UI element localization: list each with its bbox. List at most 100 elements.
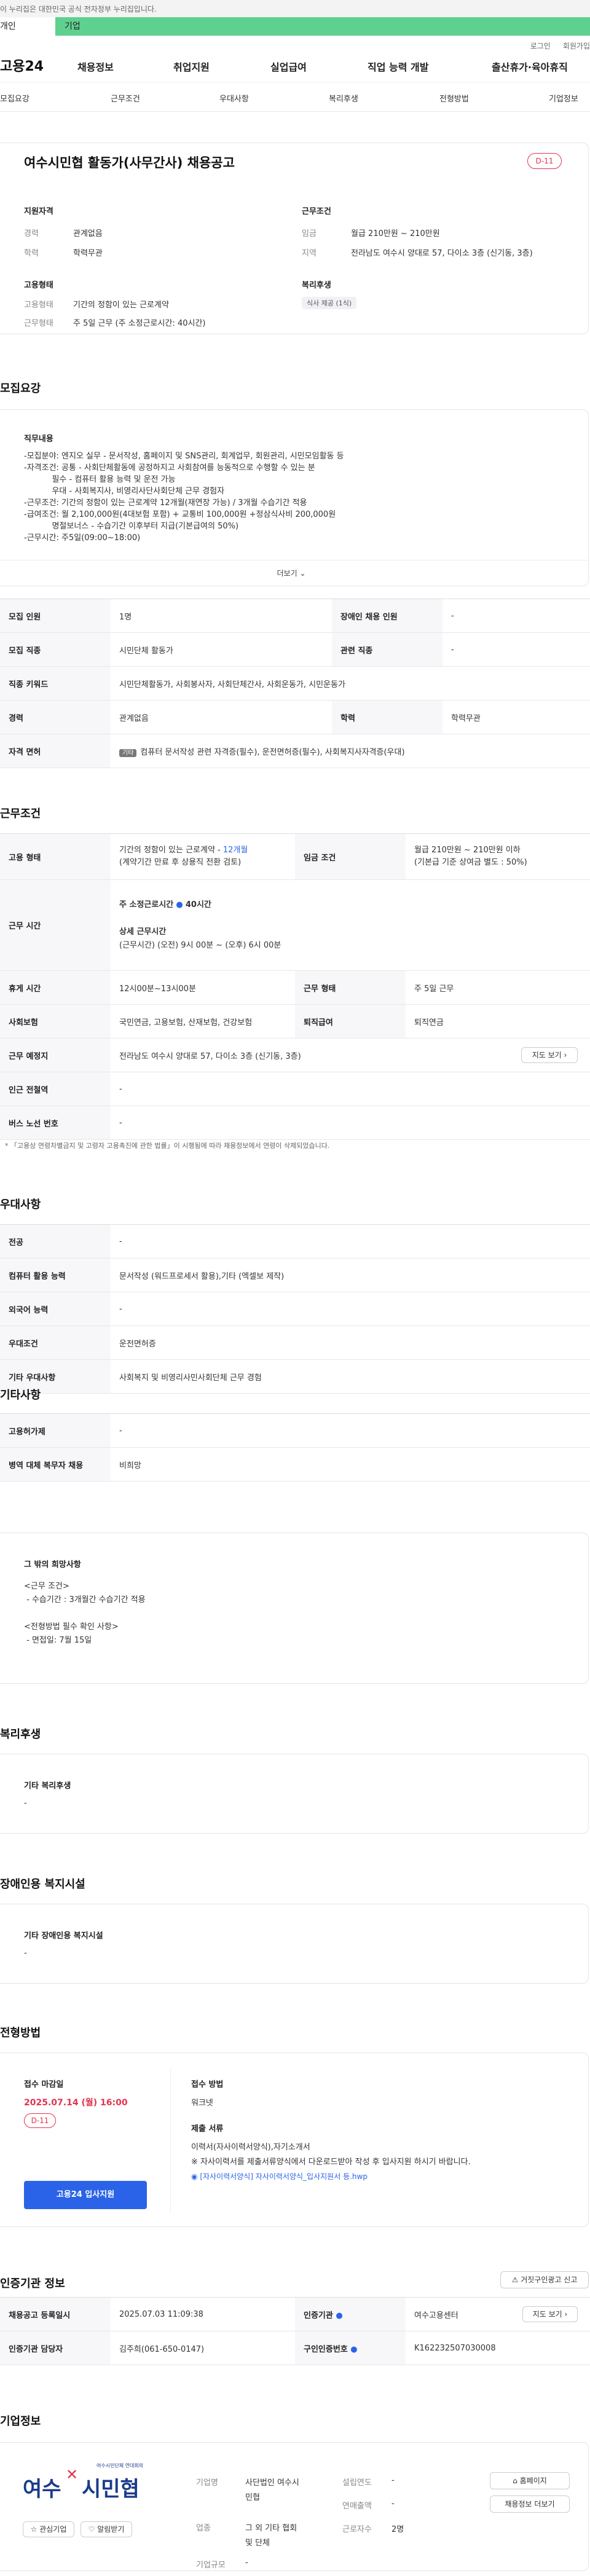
subnav-welfare[interactable]: 복리후생 — [329, 92, 358, 104]
util-menu: 로그인 회원가입 — [0, 36, 590, 52]
home-icon: ⌂ — [513, 2476, 517, 2485]
table-row: 기타 우대사항 사회복지 및 비영리사민사회단체 근무 경험 — [0, 1359, 590, 1394]
file-link[interactable]: ◉ [자사이력서양식] 자사이력서양식_입사지원서 등.hwp — [191, 2171, 368, 2181]
nav-leave[interactable]: 출산휴가·육아휴직 — [492, 59, 568, 74]
row-value: 비희망 — [111, 1447, 590, 1482]
industry-line2: 및 단체 — [245, 2539, 270, 2548]
deadline-value: 2025.07.14 (월) 16:00 — [24, 2098, 128, 2108]
emp-period: 12개월 — [222, 846, 248, 855]
homepage-button[interactable]: ⌂ 홈페이지 — [490, 2472, 570, 2489]
logo-text-b: 시민협 — [82, 2477, 140, 2502]
table-row: 자격 면허 기타 컴퓨터 문서작성 관련 자격증(필수), 운전면허증(필수), 사… — [0, 734, 590, 768]
map-button[interactable]: 지도 보기 › — [521, 1047, 578, 1063]
row-value: 여수고용센터 지도 보기 › — [406, 2297, 590, 2331]
employees-key: 근로자수 — [342, 2525, 372, 2534]
row-value: 시민단체 활동가 — [111, 632, 332, 667]
career-key: 경력 — [24, 229, 39, 238]
interest-label: 관심기업 — [39, 2525, 67, 2534]
subnav-recruit[interactable]: 모집요강 — [0, 92, 30, 104]
more-jobs-button[interactable]: 채용정보 더보기 — [490, 2496, 570, 2513]
qual-heading: 지원자격 — [24, 207, 53, 216]
tab-personal[interactable]: 개인 — [0, 17, 55, 36]
nav-benefit[interactable]: 실업급여 — [270, 59, 307, 74]
row-value: 1명 — [111, 599, 332, 633]
map-button-label: 지도 보기 — [532, 1051, 562, 1059]
row-value: 학력무관 — [442, 700, 590, 734]
alarm-button[interactable]: ♡ 알림받기 — [81, 2521, 132, 2537]
row-value: 국민연금, 고용보험, 산재보험, 건강보험 — [111, 1004, 295, 1039]
emp-value: 기간의 정함이 있는 근로계약 — [73, 300, 169, 310]
row-key: 외국어 능력 — [0, 1292, 111, 1326]
etc-box-text: <근무 조건> - 수습기간 : 3개월간 수습기간 적용 <전형방법 필수 확… — [24, 1582, 146, 1645]
row-key: 전공 — [0, 1224, 111, 1259]
emp-heading: 고용형태 — [24, 281, 53, 290]
location-value: 전라남도 여수시 양대로 57, 다이소 3층 (신기동, 3층) — [119, 1051, 301, 1061]
nav-support[interactable]: 취업지원 — [173, 59, 210, 74]
subnav-company[interactable]: 기업정보 — [549, 92, 578, 104]
job-title: 여수시민협 활동가(사무간사) 채용공고 — [24, 155, 235, 170]
nav-training[interactable]: 직업 능력 개발 — [368, 59, 428, 74]
cond-table: 고용 형태 기간의 정함이 있는 근로계약 - 12개월 (계약기간 만료 후 상… — [0, 833, 590, 1140]
file-name[interactable]: [자사이력서양식] 자사이력서양식_입사지원서 등.hwp — [200, 2172, 368, 2181]
row-key: 버스 노선 번호 — [0, 1105, 111, 1140]
info-icon[interactable]: ● — [336, 2311, 342, 2320]
login-link[interactable]: 로그인 — [530, 42, 551, 50]
deadline-heading: 접수 마감일 — [24, 2080, 64, 2089]
employees-value: 2명 — [391, 2525, 404, 2534]
table-row: 사회보험 국민연금, 고용보험, 산재보험, 건강보험 퇴직급여 퇴직연금 — [0, 1004, 590, 1039]
row-key: 모집 인원 — [0, 599, 111, 633]
emp-value: 기간의 정함이 있는 근로계약 - — [119, 846, 223, 855]
row-key: 관련 직종 — [332, 632, 442, 667]
table-row: 병역 대체 복무자 채용 비희망 — [0, 1447, 590, 1482]
disab-box: 기타 장애인용 복지시설 - — [0, 1904, 589, 1984]
subnav-preference[interactable]: 우대사항 — [219, 92, 249, 104]
agency-value: 여수고용센터 — [414, 2311, 458, 2320]
etc-table: 고용허가제 - 병역 대체 복무자 채용 비희망 — [0, 1413, 590, 1482]
edu-value: 학력무관 — [73, 249, 103, 258]
welfare-box-value: - — [24, 1799, 27, 1808]
company-logo: 여수 ✕ 시민협 여수시민단체 연대회의 — [23, 2461, 146, 2510]
subnav-process[interactable]: 전형방법 — [439, 92, 469, 104]
info-icon[interactable]: ● — [350, 2345, 357, 2354]
row-value: 퇴직연금 — [406, 1004, 590, 1039]
apply-button[interactable]: 고용24 입사지원 — [24, 2181, 147, 2209]
duty-heading: 직무내용 — [24, 434, 53, 444]
pay-note: (기본급 기준 상여금 별도 : 50%) — [414, 858, 527, 867]
tag-badge: 기타 — [119, 748, 137, 757]
row-key: 구인인증번호 ● — [295, 2331, 406, 2365]
row-value: 주 5일 근무 — [406, 970, 590, 1005]
docs-value: 이력서(자사이력서양식),자기소개서 — [191, 2143, 310, 2152]
row-value: 2025.07.03 11:09:38 — [111, 2297, 295, 2331]
tab-company[interactable]: 기업 — [65, 17, 81, 36]
interest-button[interactable]: ☆ 관심기업 — [23, 2521, 74, 2537]
report-button[interactable]: ⚠ 거짓구인광고 신고 — [500, 2271, 589, 2288]
more-button[interactable]: 더보기 ⌄ — [0, 560, 588, 586]
row-value: K162232507030008 — [406, 2331, 590, 2365]
user-type-tabs: 개인 기업 — [0, 17, 590, 36]
dday-badge: D-11 — [24, 2113, 56, 2128]
main-nav: 고용24 채용정보 취업지원 실업급여 직업 능력 개발 출산휴가·육아휴직 — [0, 52, 590, 82]
pay-value: 월급 210만원 ~ 210만원 — [351, 229, 440, 238]
row-key: 직종 키워드 — [0, 666, 111, 701]
subnav-conditions[interactable]: 근무조건 — [111, 92, 140, 104]
bell-icon: ♡ — [88, 2525, 95, 2534]
info-icon[interactable]: ● — [176, 900, 183, 909]
signup-link[interactable]: 회원가입 — [563, 42, 590, 50]
row-key: 고용 형태 — [0, 833, 111, 880]
etc-heading: 기타사항 — [0, 1389, 41, 1402]
nav-jobs[interactable]: 채용정보 — [77, 59, 114, 74]
time-value: 40시간 — [185, 900, 211, 909]
site-logo[interactable]: 고용24 — [0, 55, 44, 75]
method-value: 워크넷 — [191, 2099, 213, 2108]
report-label: 거짓구인광고 신고 — [521, 2276, 578, 2284]
pay-key: 임금 — [302, 229, 317, 238]
proc-heading: 전형방법 — [0, 2027, 41, 2040]
row-value: 문서작성 (워드프로세서 활용),기타 (엑셀보 제작) — [111, 1258, 590, 1292]
license-value: 컴퓨터 문서작성 관련 자격증(필수), 운전면허증(필수), 사회복지사자격증… — [140, 747, 405, 757]
row-key: 고용허가제 — [0, 1413, 111, 1448]
table-row: 고용 형태 기간의 정함이 있는 근로계약 - 12개월 (계약기간 만료 후 상… — [0, 833, 590, 880]
row-value: - — [111, 1072, 590, 1106]
alarm-label: 알림받기 — [97, 2525, 125, 2534]
agency-map-button[interactable]: 지도 보기 › — [522, 2306, 578, 2322]
sales-value: - — [391, 2499, 395, 2508]
